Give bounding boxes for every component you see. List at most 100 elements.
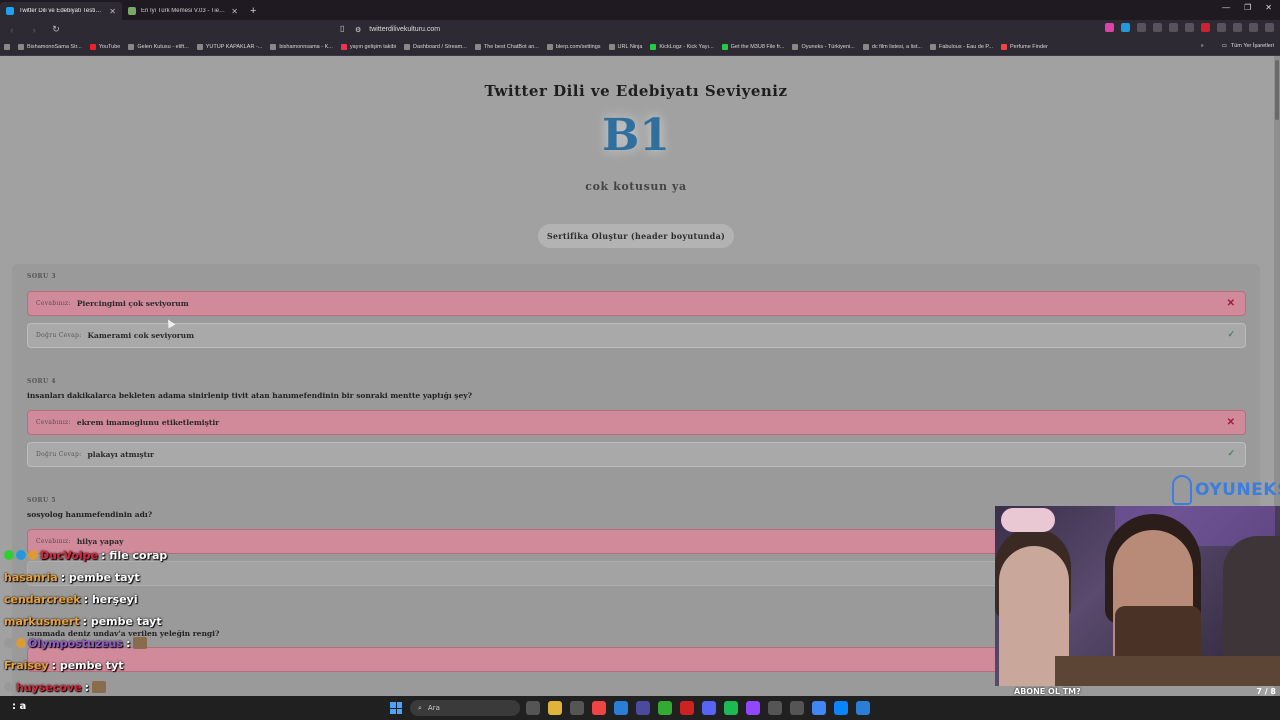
bookmark-favicon-icon [792,44,799,50]
bookmarks-right: » ▭ Tüm Yer İşaretleri [1201,43,1274,49]
app-icon[interactable] [680,701,694,715]
bookmark-item[interactable]: Dashboard / Stream... [404,44,467,50]
minimize-icon[interactable]: — [1222,3,1230,12]
twitch-icon[interactable] [746,701,760,715]
bookmark-label: KickLogz - Kick Yayı... [659,44,714,50]
bookmark-favicon-icon [929,44,936,50]
scrollbar-thumb[interactable] [1275,60,1279,120]
extension-icon[interactable] [1249,23,1258,32]
extension-icon[interactable] [1169,23,1178,32]
bookmark-favicon-icon [608,44,615,50]
tab-twitter-test[interactable]: Twitter Dili ve Edebiyatı Testini Y... ✕ [0,2,122,20]
app-icon[interactable] [570,701,584,715]
bookmark-item[interactable]: blerp.com/settings [546,44,601,50]
app-icon[interactable] [856,701,870,715]
extension-icon[interactable] [1185,23,1194,32]
twitter-favicon-icon [6,7,14,15]
tab-tier-list[interactable]: En İyi Türk Memesi V.03 - Tier List, Kı.… [122,2,244,20]
bookmark-label: YUTUP KAPAKLAR -... [205,44,263,50]
extension-icon[interactable] [1105,23,1114,32]
bookmark-favicon-icon [862,44,869,50]
spotify-icon[interactable] [724,701,738,715]
menu-icon[interactable] [1265,23,1274,32]
app-icon[interactable] [790,701,804,715]
bookmark-item[interactable]: Fabulous - Eau de P... [929,44,993,50]
bookmark-item[interactable]: Oyuneks - Türkiyeni... [792,44,855,50]
question-text: sosyolog hanımefendinin adı? [27,510,153,519]
chat-text: : pembe tayt [60,570,140,584]
bookmark-item[interactable]: YouTube [89,44,120,50]
create-certificate-button[interactable]: Sertifika Oluştur (header boyutunda) [538,224,734,248]
bookmark-item[interactable]: bishamonnsama - K... [270,44,333,50]
bookmark-item[interactable]: Get the M3U8 File fr... [721,44,784,50]
extension-icon[interactable] [1137,23,1146,32]
badge-icon [4,682,14,692]
correct-value: Kamerami cok seviyorum [87,331,195,340]
bookmark-item[interactable]: KickLogz - Kick Yayı... [650,44,714,50]
mail-icon [128,44,135,50]
browser-icon[interactable] [592,701,606,715]
bookmark-label: Oyuneks - Türkiyeni... [801,44,855,50]
chat-text: : file corap [101,548,168,562]
discord-icon[interactable] [702,701,716,715]
question-label: SORU 5 [27,497,57,504]
taskbar-apps [526,701,870,715]
close-icon[interactable]: ✕ [109,7,116,16]
level-result: B1 [602,110,670,161]
bookmark-favicon-icon [650,44,657,50]
bookmark-item[interactable]: The best ChatBot an... [474,44,539,50]
bookmark-item[interactable]: yayın gelişim takibi [340,44,396,50]
bookmark-item[interactable] [4,44,10,50]
bookmark-icon[interactable]: ▯ [340,24,344,33]
sidebar-icon[interactable] [1217,23,1226,32]
bookmark-item[interactable]: YUTUP KAPAKLAR -... [196,44,263,50]
edge-icon[interactable] [834,701,848,715]
close-window-icon[interactable]: ✕ [1265,3,1272,12]
chat-username: Olympostuzeus [28,636,124,650]
wrong-x-icon: ✕ [1226,417,1235,428]
answer-value: Piercingimi çok seviyorum [76,299,189,308]
xbox-icon[interactable] [658,701,672,715]
chat-text: : [84,680,89,694]
bookmark-item[interactable]: URL Ninja [608,44,642,50]
back-icon[interactable]: ‹ [6,25,18,35]
reload-icon[interactable]: ↻ [50,24,62,35]
tab-title: Twitter Dili ve Edebiyatı Testini Y... [19,8,105,14]
steam-icon[interactable] [614,701,628,715]
obs-icon[interactable] [636,701,650,715]
bookmark-label: Gelen Kutusu - elift... [137,44,189,50]
more-bookmarks-button[interactable]: » [1201,43,1204,49]
bookmark-label: Perfume Finder [1009,44,1048,50]
page-title: Twitter Dili ve Edebiyatı Seviyeniz [484,82,788,100]
forward-icon[interactable]: › [28,25,40,35]
extension-icon[interactable] [1233,23,1242,32]
bookmark-label: The best ChatBot an... [483,44,539,50]
close-icon[interactable]: ✕ [231,7,238,16]
extension-icon[interactable] [1153,23,1162,32]
bookmark-favicon-icon [474,44,481,50]
chrome-icon[interactable] [812,701,826,715]
bookmark-item[interactable]: Gelen Kutusu - elift... [128,44,189,50]
chat-message: DucVolpe : file corap [4,546,167,564]
file-explorer-icon[interactable] [548,701,562,715]
site-info-icon[interactable]: ⚙ [355,26,361,34]
new-tab-button[interactable]: + [250,5,256,17]
app-icon[interactable] [768,701,782,715]
bookmark-item[interactable]: BishamonnSama Str... [18,44,82,50]
restore-icon[interactable]: ❐ [1244,3,1251,12]
windows-start-icon[interactable] [390,702,402,714]
taskbar-search[interactable]: ⌕ Ara [410,700,520,716]
task-view-icon[interactable] [526,701,540,715]
chat-message-text: pembe tayt [68,570,140,584]
chat-message: Fraisey : pembe tyt [4,656,124,674]
oyuneks-logo-icon [1172,475,1192,505]
chat-text: : [126,636,131,650]
chat-text: : pembe tayt [82,614,162,628]
all-bookmarks-button[interactable]: Tüm Yer İşaretleri [1231,43,1274,49]
extension-icon[interactable] [1201,23,1210,32]
bookmark-item[interactable]: Perfume Finder [1000,44,1048,50]
answer-label: Cevabınız: [36,538,71,545]
url-bar[interactable]: ⚙ twitterdilivekulturu.com [355,22,900,37]
extension-icon[interactable] [1121,23,1130,32]
bookmark-item[interactable]: dc film listesi, a list... [862,44,922,50]
